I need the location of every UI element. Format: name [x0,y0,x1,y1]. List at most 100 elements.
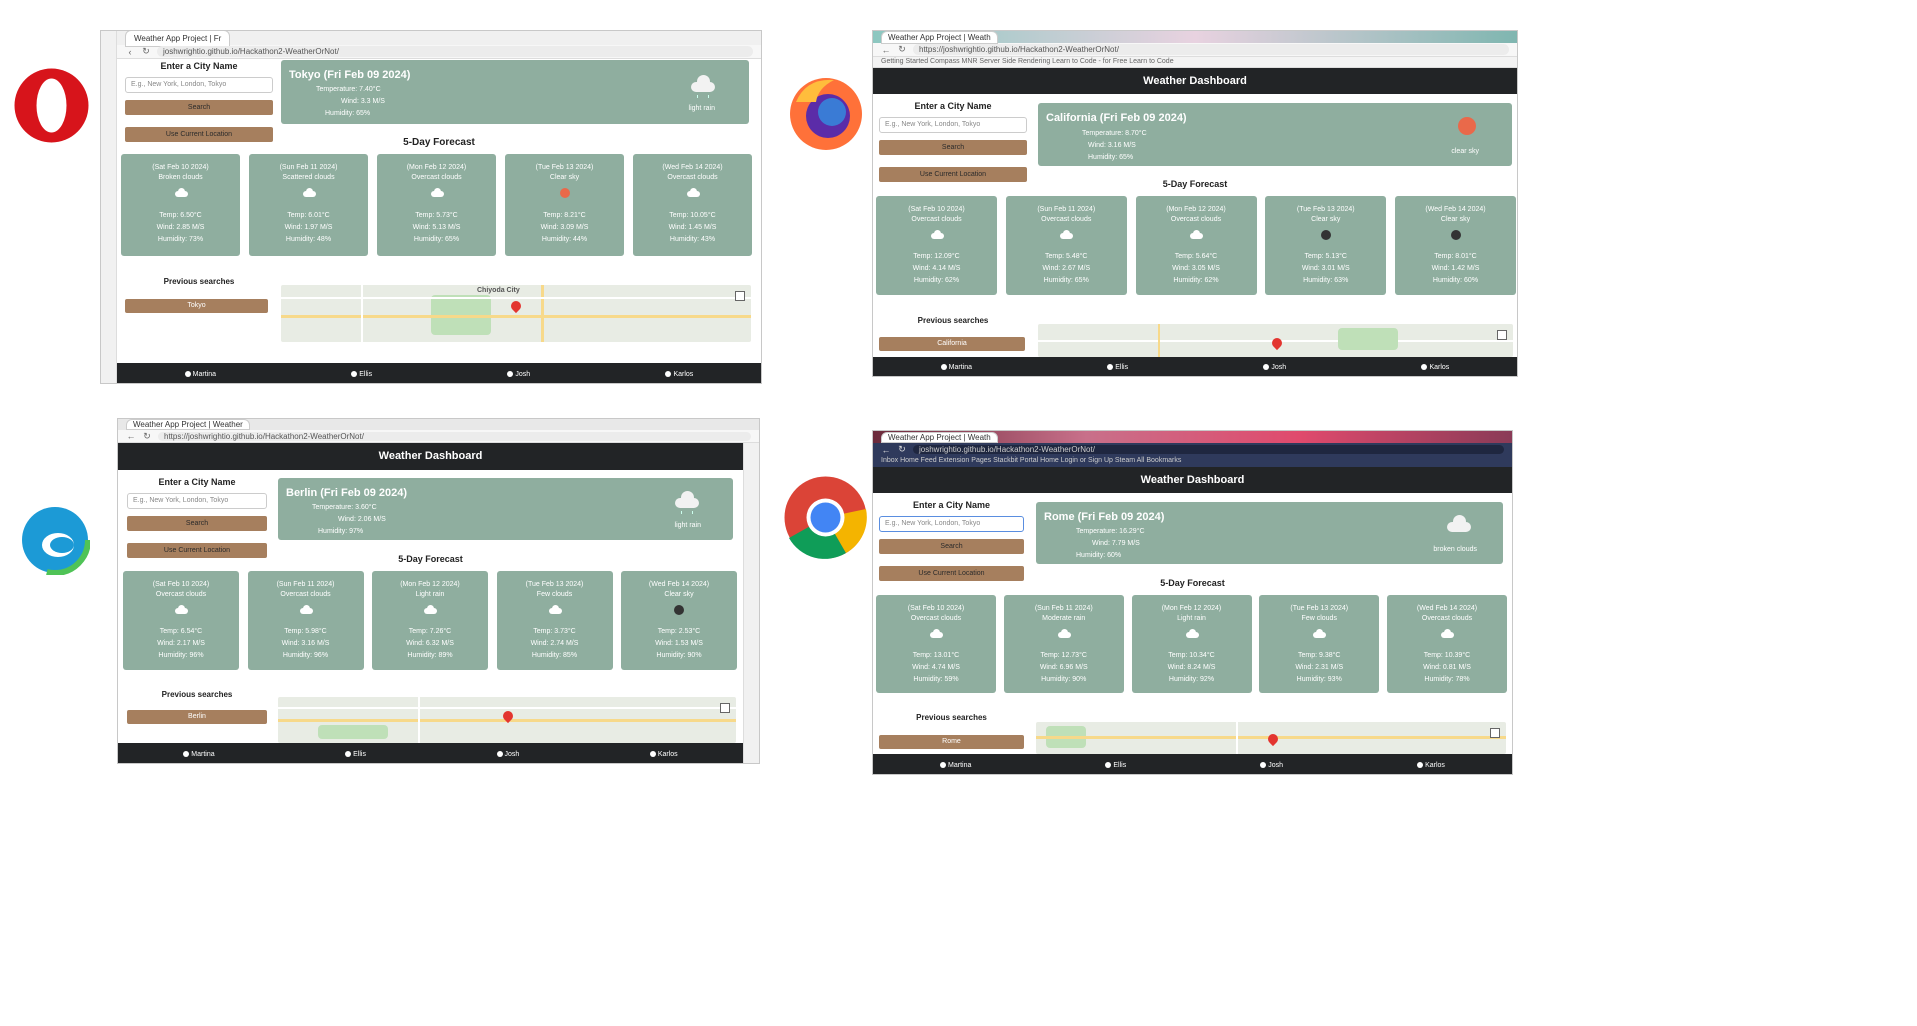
reload-icon[interactable]: ↻ [141,46,151,57]
footer-link[interactable]: Martina [940,364,972,371]
weather-app: Weather Dashboard Enter a City Name E.g.… [873,68,1517,376]
reload-icon[interactable]: ↻ [897,44,907,55]
city-search-input[interactable]: E.g., New York, London, Tokyo [127,493,267,509]
browser-tab[interactable]: Weather App Project | Fr [125,31,231,47]
search-button[interactable]: Search [879,140,1027,155]
browser-tab[interactable]: Weather App Project | Weath [881,431,998,443]
footer-link[interactable]: Josh [507,371,530,378]
forecast-wind: Wind: 0.81 M/S [1423,664,1471,671]
map-pin-icon [508,298,524,314]
cloud-icon [173,188,189,198]
footer-link[interactable]: Karlos [649,751,678,758]
fullscreen-icon[interactable] [1490,728,1500,738]
forecast-humidity: Humidity: 48% [285,236,332,243]
browser-tab[interactable]: Weather App Project | Weath [881,31,998,44]
previous-search-button[interactable]: Berlin [127,710,267,724]
forecast-temp: Temp: 12.09°C [913,253,960,260]
fullscreen-icon[interactable] [720,703,730,713]
forecast-humidity: Humidity: 92% [1168,676,1215,683]
cloud-icon [298,605,314,615]
back-icon[interactable]: ‹ [125,47,135,57]
forecast-card: (Sat Feb 10 2024) Overcast clouds Temp: … [876,196,997,295]
location-map[interactable] [1036,722,1506,754]
forecast-card: (Sat Feb 10 2024) Overcast clouds Temp: … [876,595,996,693]
footer-link[interactable]: Josh [1260,762,1283,769]
search-button[interactable]: Search [127,516,267,531]
forecast-wind: Wind: 3.01 M/S [1301,265,1350,272]
address-bar[interactable]: https://joshwrightio.github.io/Hackathon… [913,44,1509,55]
previous-search-button[interactable]: California [879,337,1025,351]
address-bar[interactable]: joshwrightio.github.io/Hackathon2-Weathe… [913,445,1504,454]
cloud-icon [929,230,945,240]
footer-link[interactable]: Ellis [1105,762,1126,769]
forecast-wind: Wind: 1.42 M/S [1431,265,1480,272]
fullscreen-icon[interactable] [735,291,745,301]
footer-link[interactable]: Martina [183,751,215,758]
edge-sidebar[interactable] [743,443,759,763]
footer-link[interactable]: Martina [184,371,216,378]
forecast-temp: Temp: 3.73°C [533,628,576,635]
forecast-date: (Sat Feb 10 2024) [908,206,965,213]
forecast-temp: Temp: 6.54°C [159,628,203,635]
edge-logo-icon [19,504,91,576]
enter-city-label: Enter a City Name [914,101,992,111]
opera-window: Weather App Project | Fr ‹ ↻ joshwrighti… [100,30,762,384]
search-button[interactable]: Search [879,539,1024,554]
reload-icon[interactable]: ↻ [897,444,907,455]
footer-link[interactable]: Josh [1263,364,1286,371]
page-title: Weather Dashboard [873,467,1512,493]
footer-link[interactable]: Karlos [1417,762,1445,769]
footer-link[interactable]: Karlos [1421,364,1449,371]
forecast-temp: Temp: 6.01°C [287,212,330,219]
address-bar[interactable]: joshwrightio.github.io/Hackathon2-Weathe… [157,46,753,57]
browser-tab[interactable]: Weather App Project | Weather [126,419,250,430]
back-icon[interactable]: ← [881,445,891,455]
location-map[interactable]: Chiyoda City [281,285,751,342]
search-button[interactable]: Search [125,100,273,115]
address-bar[interactable]: https://joshwrightio.github.io/Hackathon… [158,431,751,441]
forecast-condition: Few clouds [536,591,573,598]
forecast-date: (Tue Feb 13 2024) [1290,605,1349,612]
sun-icon [674,605,684,615]
current-humidity: Humidity: 65% [325,110,371,117]
back-icon[interactable]: ← [881,45,891,55]
opera-sidebar[interactable] [101,31,117,383]
cloud-icon [547,605,563,615]
previous-search-button[interactable]: Rome [879,735,1024,749]
location-map[interactable] [278,697,736,743]
weather-app: Weather Dashboard Enter a City Name E.g.… [118,443,743,763]
github-icon [507,370,514,377]
forecast-date: (Tue Feb 13 2024) [535,164,594,171]
footer-link[interactable]: Ellis [351,371,372,378]
current-wind: Wind: 3.16 M/S [1088,142,1136,149]
github-icon [940,364,947,371]
forecast-wind: Wind: 5.13 M/S [412,224,461,231]
forecast-title: 5-Day Forecast [1162,179,1228,189]
cloud-icon [1056,629,1072,639]
current-city-title: California (Fri Feb 09 2024) [1046,112,1187,124]
forecast-condition: Moderate rain [1042,615,1086,622]
current-description: light rain [688,105,715,112]
footer-link[interactable]: Ellis [345,751,366,758]
weather-app: Enter a City Name E.g., New York, London… [117,59,761,383]
forecast-title: 5-Day Forecast [398,554,463,564]
forecast-wind: Wind: 4.14 M/S [912,265,961,272]
city-search-input[interactable]: E.g., New York, London, Tokyo [879,117,1027,133]
footer-link[interactable]: Josh [496,751,519,758]
forecast-card: (Wed Feb 14 2024) Overcast clouds Temp: … [1387,595,1507,693]
map-pin-icon [1269,335,1285,351]
footer-link[interactable]: Ellis [1107,364,1128,371]
forecast-condition: Overcast clouds [910,615,962,622]
forecast-condition: Scattered clouds [282,174,335,181]
footer-link[interactable]: Martina [940,762,971,769]
forecast-date: (Sun Feb 11 2024) [1037,206,1096,213]
reload-icon[interactable]: ↻ [142,431,152,442]
city-search-input[interactable]: E.g., New York, London, Tokyo [125,77,273,93]
location-map[interactable] [1038,324,1513,357]
previous-search-button[interactable]: Tokyo [125,299,268,313]
footer-link[interactable]: Karlos [665,371,693,378]
city-search-input[interactable]: E.g., New York, London, Tokyo [879,516,1024,532]
rain-cloud-icon [673,490,701,515]
fullscreen-icon[interactable] [1497,330,1507,340]
back-icon[interactable]: ← [126,431,136,441]
